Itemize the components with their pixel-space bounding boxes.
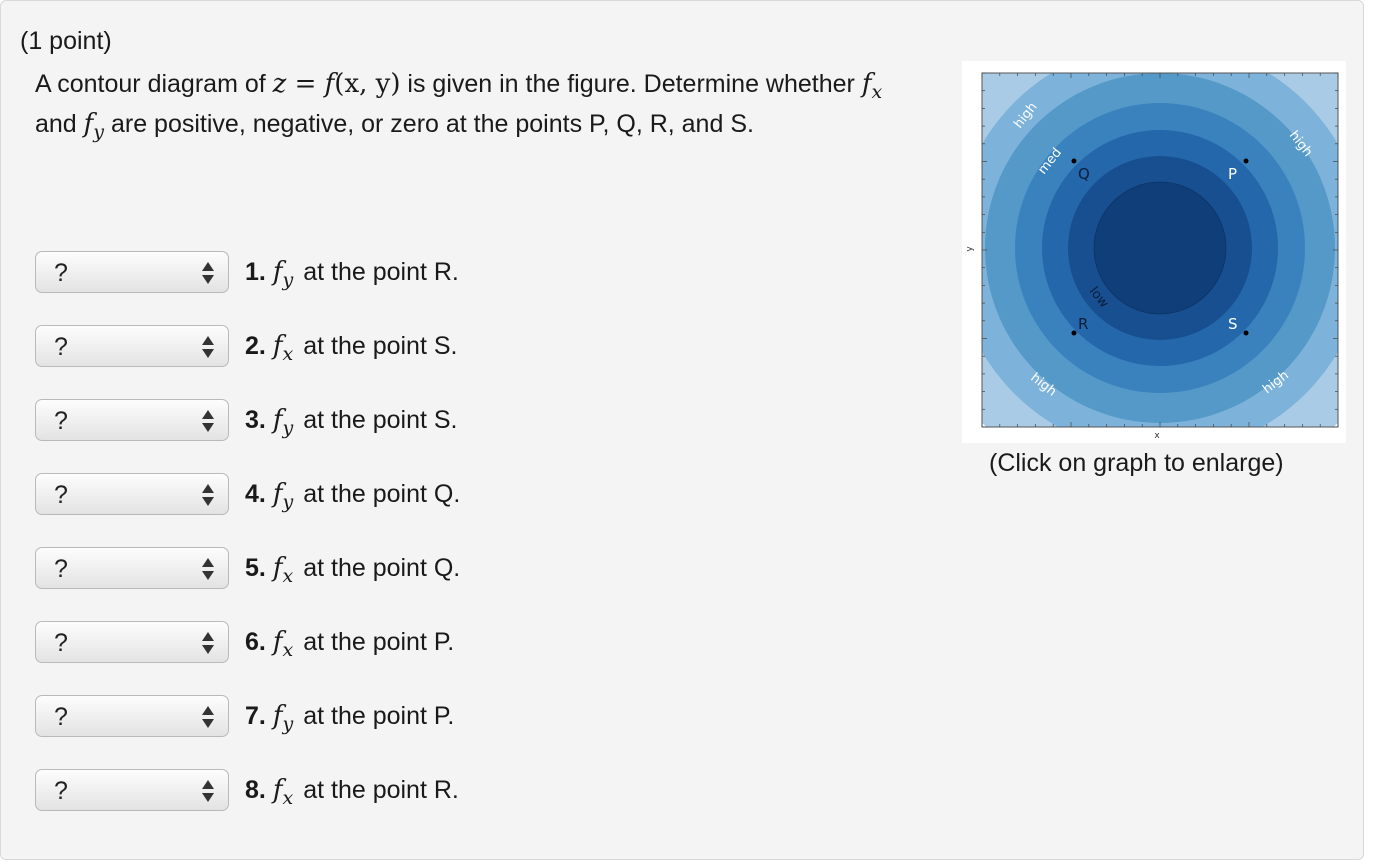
prompt-text: is given in the figure. Determine whethe… <box>400 70 862 98</box>
select-arrows-icon <box>202 484 214 506</box>
question-row-4: ? 4. fy at the point Q. <box>35 472 460 516</box>
question-label: 5. fx at the point Q. <box>245 553 461 587</box>
question-label: 3. fy at the point S. <box>245 405 458 439</box>
prompt-text: are positive, negative, or zero at the p… <box>104 110 754 138</box>
answer-select-2[interactable]: ? <box>35 325 229 367</box>
question-row-8: ? 8. fx at the point R. <box>35 768 459 812</box>
point-q-label: Q <box>1078 165 1090 183</box>
answer-select-8[interactable]: ? <box>35 769 229 811</box>
point-value: (1 point) <box>20 27 112 55</box>
eq-equals: = <box>286 69 325 99</box>
select-arrows-icon <box>202 706 214 728</box>
select-value: ? <box>54 259 68 287</box>
prompt-text: A contour diagram of <box>35 70 273 98</box>
contour-ring <box>1093 181 1227 315</box>
figure-caption[interactable]: (Click on graph to enlarge) <box>989 449 1284 478</box>
point-p-marker <box>1243 158 1249 164</box>
partial-symbol: fx <box>272 775 294 809</box>
question-number: 5. <box>245 554 266 582</box>
eq-f: f <box>324 69 335 99</box>
point-r-label: R <box>1078 315 1088 333</box>
eq-args: (x, y) <box>334 69 401 99</box>
question-text: at the point Q. <box>303 480 461 508</box>
select-arrows-icon <box>202 780 214 802</box>
select-arrows-icon <box>202 336 214 358</box>
contour-plot: high high med low high high Q P R S x y <box>965 72 1339 441</box>
problem-panel: (1 point) A contour diagram of z = f(x, … <box>0 0 1364 860</box>
point-r-marker <box>1071 330 1077 336</box>
partial-symbol: fx <box>272 331 294 365</box>
question-number: 1. <box>245 258 266 286</box>
question-text: at the point R. <box>303 258 459 286</box>
question-text: at the point Q. <box>303 554 461 582</box>
equation: z = f(x, y) <box>273 69 401 99</box>
partial-symbol: fy <box>272 701 294 735</box>
question-label: 7. fy at the point P. <box>245 701 455 735</box>
question-number: 7. <box>245 702 266 730</box>
question-text: at the point S. <box>303 332 458 360</box>
partial-symbol: fx <box>272 553 294 587</box>
question-label: 1. fy at the point R. <box>245 257 459 291</box>
select-value: ? <box>54 481 68 509</box>
select-arrows-icon <box>202 632 214 654</box>
question-number: 2. <box>245 332 266 360</box>
select-arrows-icon <box>202 410 214 432</box>
question-text: at the point S. <box>303 406 458 434</box>
question-text: at the point P. <box>303 702 455 730</box>
question-row-5: ? 5. fx at the point Q. <box>35 546 460 590</box>
question-row-1: ? 1. fy at the point R. <box>35 250 459 294</box>
fx-symbol: fx <box>861 69 883 103</box>
question-number: 8. <box>245 776 266 804</box>
select-value: ? <box>54 333 68 361</box>
eq-z: z <box>272 69 287 99</box>
question-row-6: ? 6. fx at the point P. <box>35 620 454 664</box>
contour-figure[interactable]: high high med low high high Q P R S x y <box>962 61 1346 443</box>
answer-select-7[interactable]: ? <box>35 695 229 737</box>
select-value: ? <box>54 703 68 731</box>
answer-select-4[interactable]: ? <box>35 473 229 515</box>
answer-select-5[interactable]: ? <box>35 547 229 589</box>
question-label: 2. fx at the point S. <box>245 331 458 365</box>
y-axis-label: y <box>965 246 975 252</box>
point-q-marker <box>1071 158 1077 164</box>
x-axis-label: x <box>1154 431 1160 441</box>
select-value: ? <box>54 777 68 805</box>
answer-select-1[interactable]: ? <box>35 251 229 293</box>
question-number: 4. <box>245 480 266 508</box>
select-arrows-icon <box>202 558 214 580</box>
partial-symbol: fx <box>272 627 294 661</box>
answer-select-3[interactable]: ? <box>35 399 229 441</box>
question-label: 8. fx at the point R. <box>245 775 459 809</box>
answer-select-6[interactable]: ? <box>35 621 229 663</box>
partial-symbol: fy <box>272 479 294 513</box>
prompt-text: and <box>35 110 84 138</box>
fy-symbol: fy <box>83 109 105 143</box>
partial-symbol: fy <box>272 257 294 291</box>
partial-symbol: fy <box>272 405 294 439</box>
question-row-7: ? 7. fy at the point P. <box>35 694 454 738</box>
point-s-marker <box>1243 330 1249 336</box>
question-label: 6. fx at the point P. <box>245 627 455 661</box>
select-value: ? <box>54 555 68 583</box>
point-s-label: S <box>1228 315 1238 333</box>
select-value: ? <box>54 629 68 657</box>
select-arrows-icon <box>202 262 214 284</box>
question-number: 6. <box>245 628 266 656</box>
problem-prompt: A contour diagram of z = f(x, y) is give… <box>35 64 915 144</box>
point-p-label: P <box>1228 165 1237 183</box>
question-label: 4. fy at the point Q. <box>245 479 461 513</box>
select-value: ? <box>54 407 68 435</box>
question-row-3: ? 3. fy at the point S. <box>35 398 458 442</box>
question-row-2: ? 2. fx at the point S. <box>35 324 457 368</box>
question-text: at the point R. <box>303 776 459 804</box>
question-text: at the point P. <box>303 628 455 656</box>
question-number: 3. <box>245 406 266 434</box>
